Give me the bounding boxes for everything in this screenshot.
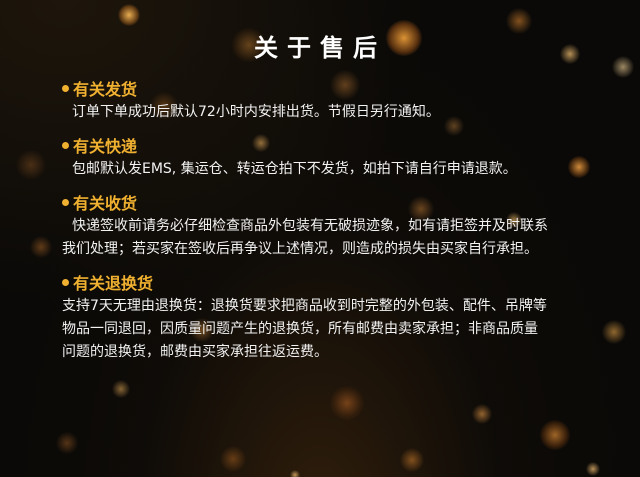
bullet-dot-icon xyxy=(62,199,69,206)
after-sales-banner: 关于售后 有关发货 订单下单成功后默认72小时内安排出货。节假日另行通知。 有关… xyxy=(0,0,640,477)
bokeh-light xyxy=(330,386,364,420)
section-text-line: 支持7天无理由退换货：退换货要求把商品收到时完整的外包装、配件、吊牌等 xyxy=(62,298,547,314)
page-title: 关于售后 xyxy=(254,34,386,62)
section-heading: 有关快递 xyxy=(62,136,622,158)
section-heading: 有关收货 xyxy=(62,193,622,215)
section-text-line: 问题的退换货，邮费由买家承担往返运费。 xyxy=(62,344,328,360)
section-heading-label: 有关收货 xyxy=(73,194,138,213)
bokeh-light xyxy=(118,4,140,26)
section-text-line: 快递签收前请务必仔细检查商品外包装有无破损迹象，如有请拒签并及时联系 xyxy=(72,218,548,234)
section-heading-label: 有关退换货 xyxy=(73,274,154,293)
section-text: 订单下单成功后默认72小时内安排出货。节假日另行通知。 xyxy=(72,104,440,120)
bokeh-light xyxy=(400,448,424,472)
section-receiving: 有关收货 快递签收前请务必仔细检查商品外包装有无破损迹象，如有请拒签并及时联系 … xyxy=(62,193,622,261)
bokeh-light xyxy=(112,380,130,398)
section-text: 包邮默认发EMS, 集运仓、转运仓拍下不发货，如拍下请自行申请退款。 xyxy=(72,161,517,177)
bokeh-light xyxy=(472,404,492,424)
bokeh-light xyxy=(56,432,78,454)
section-courier: 有关快递 包邮默认发EMS, 集运仓、转运仓拍下不发货，如拍下请自行申请退款。 xyxy=(62,136,622,181)
section-shipping: 有关发货 订单下单成功后默认72小时内安排出货。节假日另行通知。 xyxy=(62,79,622,124)
bullet-dot-icon xyxy=(62,279,69,286)
section-heading-label: 有关快递 xyxy=(73,137,138,156)
bokeh-light xyxy=(586,462,600,476)
section-text-line: 我们处理；若买家在签收后再争议上述情况，则造成的损失由买家自行承担。 xyxy=(62,241,538,257)
bullet-dot-icon xyxy=(62,85,69,92)
bokeh-light xyxy=(540,420,570,450)
bokeh-light xyxy=(16,150,46,180)
bokeh-light xyxy=(30,236,52,258)
bullet-dot-icon xyxy=(62,142,69,149)
bokeh-light xyxy=(220,446,246,472)
section-heading: 有关退换货 xyxy=(62,273,622,295)
section-text-line: 物品一同退回，因质量问题产生的退换货，所有邮费由卖家承担；非商品质量 xyxy=(62,321,538,337)
bokeh-light xyxy=(290,470,300,477)
section-returns: 有关退换货 支持7天无理由退换货：退换货要求把商品收到时完整的外包装、配件、吊牌… xyxy=(62,273,622,364)
section-heading-label: 有关发货 xyxy=(73,80,138,99)
section-heading: 有关发货 xyxy=(62,79,622,101)
